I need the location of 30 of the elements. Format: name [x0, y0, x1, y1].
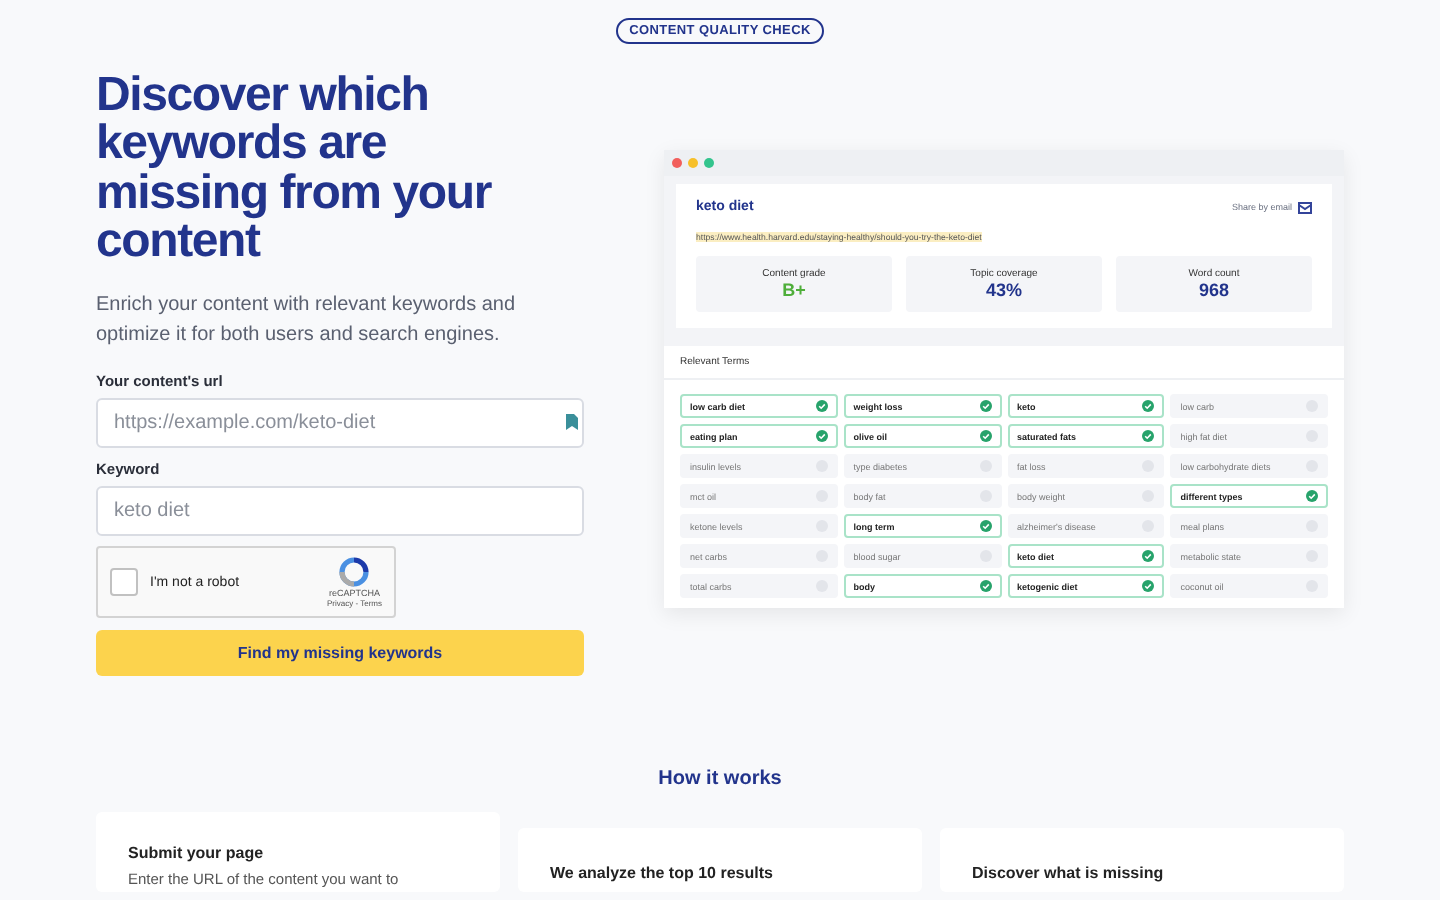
window-dot-icon — [688, 158, 698, 168]
check-circle-icon — [815, 430, 828, 442]
check-circle-icon — [979, 430, 991, 442]
check-circle-icon — [979, 520, 991, 532]
hero-heading: Discover which keywords are missing from your content — [96, 72, 494, 267]
window-dot-icon — [672, 158, 682, 168]
step-title: We analyze the top 10 results — [550, 864, 775, 883]
check-circle-icon — [979, 400, 991, 412]
check-circle-icon — [1142, 430, 1155, 442]
step-title: Discover what is missing — [972, 864, 1166, 883]
captcha-checkbox[interactable] — [110, 568, 138, 597]
check-circle-icon — [1142, 400, 1155, 412]
stat-value: 43% — [985, 280, 1022, 300]
check-circle-icon — [1142, 550, 1155, 562]
step-title: Submit your page — [128, 844, 266, 863]
email-icon — [1298, 201, 1312, 213]
recaptcha-logo-icon — [338, 556, 371, 589]
bookmark-icon — [566, 414, 578, 431]
stat-value: 968 — [1198, 280, 1230, 300]
stat-value: B+ — [782, 280, 806, 300]
keyword-input-field[interactable]: keto diet — [96, 486, 584, 537]
check-circle-icon — [1142, 580, 1155, 592]
check-circle-icon — [979, 580, 991, 592]
section-heading: How it works — [656, 768, 784, 791]
check-circle-icon — [1306, 490, 1318, 502]
hero-subtitle: Enrich your content with relevant keywords and optimize it for both users and search engines. — [96, 292, 518, 351]
check-circle-icon — [815, 400, 828, 412]
submit-button[interactable]: Find my missing keywords — [96, 630, 584, 677]
url-input-field[interactable]: https://example.com/keto-diet — [96, 398, 584, 449]
window-dot-icon — [704, 158, 714, 168]
